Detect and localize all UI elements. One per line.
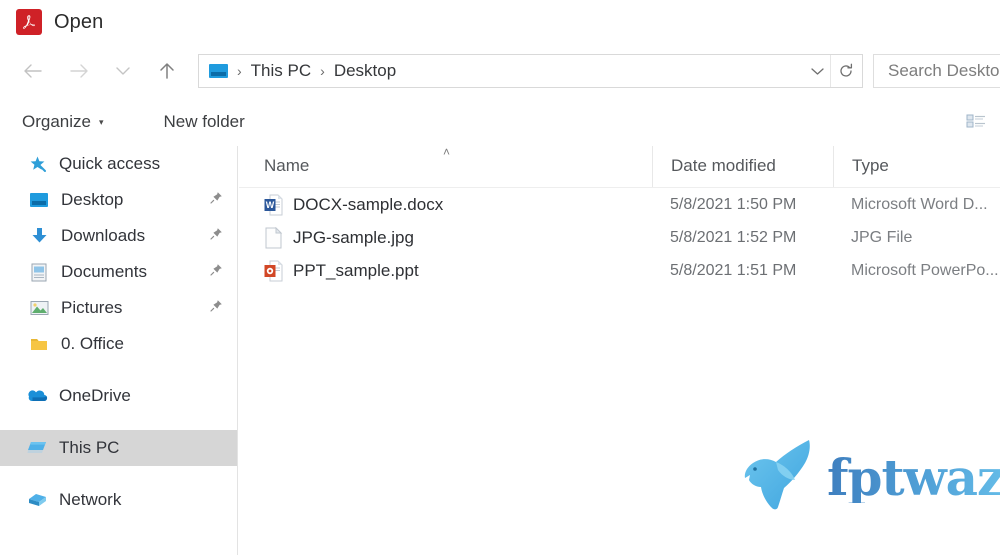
svg-text:W: W — [266, 200, 275, 210]
file-open-dialog: Open › This PC › Desktop Search Desktop … — [0, 0, 1000, 555]
chevron-down-icon[interactable] — [804, 55, 830, 87]
file-name-cell: JPG-sample.jpg — [239, 226, 652, 249]
pin-icon[interactable] — [210, 263, 223, 281]
sidebar-group-gap-3 — [0, 466, 237, 482]
pin-icon[interactable] — [210, 299, 223, 317]
file-date-cell: 5/8/2021 1:50 PM — [670, 195, 797, 213]
back-button[interactable] — [16, 54, 50, 88]
pictures-icon — [28, 297, 50, 319]
new-folder-label: New folder — [163, 112, 245, 131]
folder-icon — [28, 333, 50, 355]
up-one-level-button[interactable] — [150, 54, 184, 88]
network-icon — [26, 489, 48, 511]
column-header-name[interactable]: Name ˄ — [239, 146, 652, 187]
file-name-label: DOCX-sample.docx — [293, 194, 444, 214]
chevron-down-icon: ▾ — [98, 116, 104, 127]
recent-locations-button[interactable] — [106, 54, 140, 88]
command-toolbar: Organize ▾ New folder — [0, 98, 1000, 146]
new-folder-button[interactable]: New folder — [164, 112, 245, 132]
this-pc-icon — [26, 437, 48, 459]
window-title: Open — [54, 10, 104, 33]
breadcrumb: › This PC › Desktop — [209, 61, 804, 81]
onedrive-cloud-icon — [26, 385, 48, 407]
file-type-cell: JPG File — [851, 228, 913, 246]
search-input[interactable] — [886, 60, 1000, 82]
sidebar-item-network[interactable]: Network — [0, 482, 237, 518]
desktop-monitor-icon — [28, 189, 50, 211]
refresh-icon[interactable] — [830, 55, 860, 87]
sidebar-item-label: Pictures — [61, 298, 123, 317]
search-box[interactable] — [873, 54, 1000, 88]
organize-button[interactable]: Organize ▾ — [22, 112, 104, 132]
file-type-cell: Microsoft PowerPo... — [851, 261, 999, 279]
sidebar-item-desktop[interactable]: Desktop — [0, 182, 237, 218]
navigation-pane: Quick access Desktop Downloads Documents… — [0, 146, 238, 555]
sidebar-item-label: Downloads — [61, 226, 146, 245]
file-name-cell: PPT_sample.ppt — [239, 260, 652, 282]
list-view-icon[interactable] — [962, 109, 990, 135]
sidebar-item-documents[interactable]: Documents — [0, 254, 237, 290]
sidebar-item-label: 0. Office — [61, 334, 124, 353]
title-bar: Open — [0, 0, 1000, 44]
sidebar-item-label: Network — [59, 490, 122, 509]
sort-ascending-icon: ˄ — [443, 146, 451, 159]
pin-icon[interactable] — [210, 227, 223, 245]
generic-file-icon — [264, 226, 283, 249]
sidebar-item-onedrive[interactable]: OneDrive — [0, 378, 237, 414]
table-row[interactable]: PPT_sample.ppt 5/8/2021 1:51 PM Microsof… — [239, 254, 1000, 287]
organize-label: Organize — [22, 112, 91, 131]
sidebar-item-label: This PC — [59, 438, 120, 457]
file-name-label: JPG-sample.jpg — [293, 227, 414, 247]
column-header-date-modified[interactable]: Date modified — [652, 146, 833, 187]
file-list-pane: Name ˄ Date modified Type W DOCX-sample.… — [239, 146, 1000, 555]
sidebar-item-this-pc[interactable]: This PC — [0, 430, 237, 466]
documents-icon — [28, 261, 50, 283]
desktop-monitor-icon[interactable] — [209, 64, 228, 78]
sidebar-item-downloads[interactable]: Downloads — [0, 218, 237, 254]
sidebar-group-gap-2 — [0, 414, 237, 430]
sidebar-item-quick-access[interactable]: Quick access — [0, 146, 237, 182]
word-document-icon: W — [264, 194, 283, 216]
sidebar-item-label: Documents — [61, 262, 147, 281]
table-row[interactable]: W DOCX-sample.docx 5/8/2021 1:50 PM Micr… — [239, 188, 1000, 221]
sidebar-item-label: OneDrive — [59, 386, 131, 405]
star-pin-icon — [26, 153, 48, 175]
breadcrumb-separator-1: › — [237, 63, 242, 79]
file-date-cell: 5/8/2021 1:51 PM — [670, 261, 797, 279]
sidebar-item-label: Quick access — [59, 154, 161, 173]
navigation-bar: › This PC › Desktop — [0, 44, 1000, 98]
breadcrumb-separator-2: › — [320, 63, 325, 79]
breadcrumb-item-this-pc[interactable]: This PC — [251, 61, 311, 81]
file-name-cell: W DOCX-sample.docx — [239, 194, 652, 216]
column-header-type[interactable]: Type — [833, 146, 1000, 187]
column-header-label: Type — [852, 156, 889, 175]
file-name-label: PPT_sample.ppt — [293, 260, 419, 280]
breadcrumb-item-desktop[interactable]: Desktop — [334, 61, 396, 81]
table-row[interactable]: JPG-sample.jpg 5/8/2021 1:52 PM JPG File — [239, 221, 1000, 254]
column-header-label: Date modified — [671, 156, 776, 175]
powerpoint-document-icon — [264, 260, 283, 282]
sidebar-group-gap-1 — [0, 362, 237, 378]
sidebar-item-0-office[interactable]: 0. Office — [0, 326, 237, 362]
sidebar-item-pictures[interactable]: Pictures — [0, 290, 237, 326]
download-arrow-icon — [28, 225, 50, 247]
pin-icon[interactable] — [210, 191, 223, 209]
file-date-cell: 5/8/2021 1:52 PM — [670, 228, 797, 246]
forward-button[interactable] — [62, 54, 96, 88]
adobe-acrobat-icon — [16, 9, 42, 35]
column-header-label: Name — [264, 156, 310, 175]
file-type-cell: Microsoft Word D... — [851, 195, 988, 213]
column-header-row: Name ˄ Date modified Type — [239, 146, 1000, 188]
sidebar-item-label: Desktop — [61, 190, 124, 209]
address-bar[interactable]: › This PC › Desktop — [198, 54, 863, 88]
